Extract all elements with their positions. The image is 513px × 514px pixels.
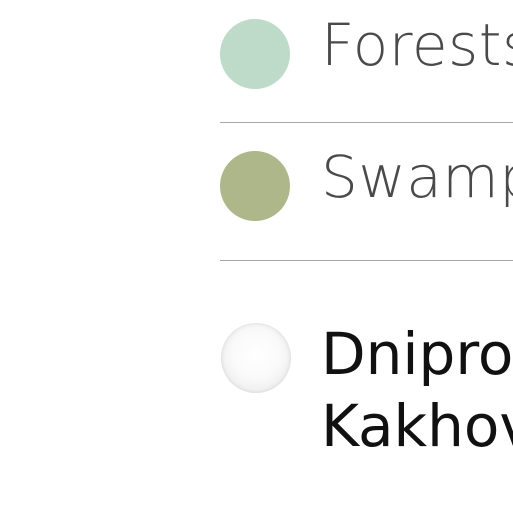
map-legend: Forests Swamp Dnipro Kakhov [220,0,513,514]
legend-label-reservoir: Dnipro Kakhov [321,318,513,462]
legend-label-forests: Forests [321,15,513,75]
forest-swatch-icon [220,19,290,89]
legend-divider [220,260,513,261]
legend-item-swamp: Swamp [220,132,513,232]
reservoir-label-line-2: Kakhov [321,392,513,460]
reservoir-label-line-1: Dnipro [321,320,513,388]
legend-label-swamp: Swamp [321,147,513,207]
swamp-swatch-icon [220,151,290,221]
legend-divider [220,122,513,123]
reservoir-swatch-icon [221,323,291,393]
legend-item-forests: Forests [220,0,513,100]
